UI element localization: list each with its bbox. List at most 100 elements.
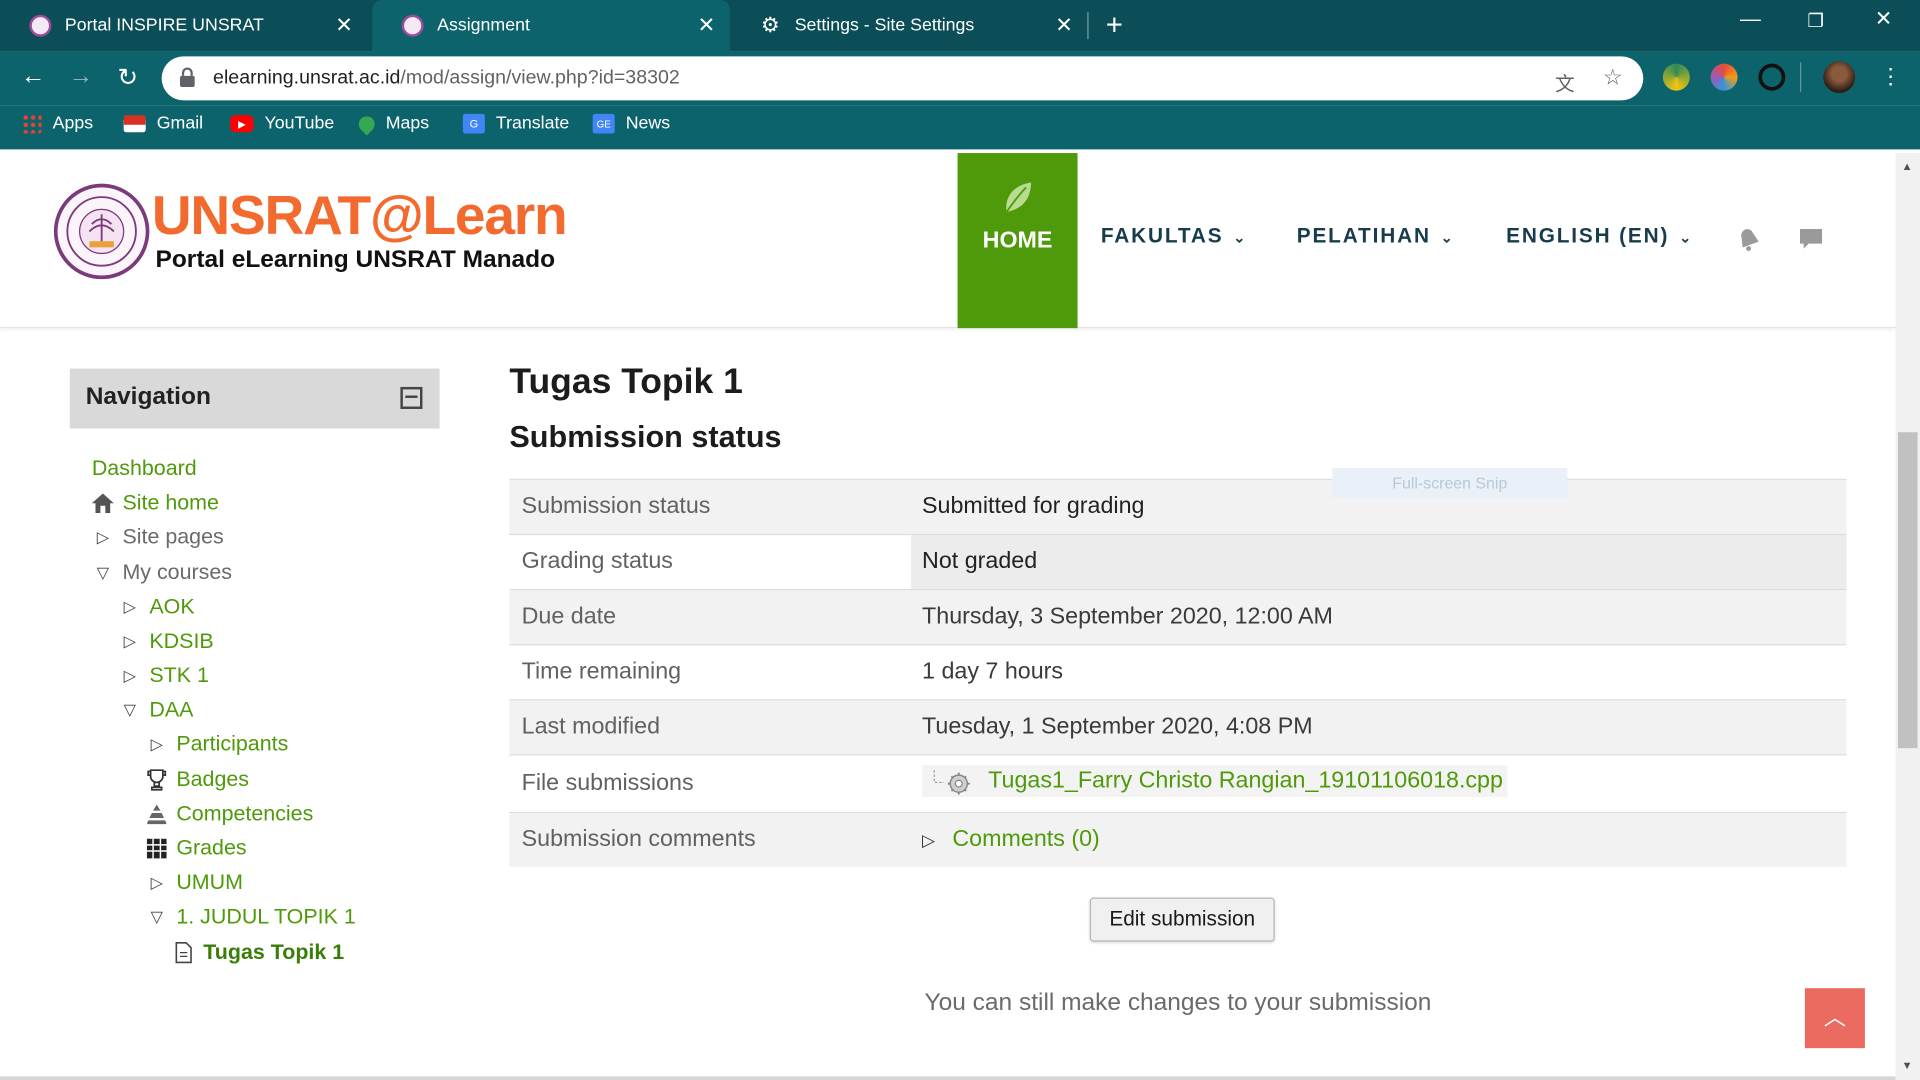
triangle-right-icon: ▷: [123, 631, 136, 650]
triangle-right-icon: ▷: [96, 527, 109, 546]
translate-page-icon[interactable]: 文: [1555, 67, 1575, 96]
nav-item-course-aok[interactable]: ▷ AOK: [118, 594, 195, 620]
file-gear-icon: [933, 770, 970, 795]
competencies-icon: [146, 803, 167, 824]
table-row: Time remaining 1 day 7 hours: [509, 644, 1847, 700]
navigation-block-header: Navigation: [69, 368, 440, 429]
back-arrow-icon[interactable]: ←: [21, 62, 45, 90]
table-row: Last modified Tuesday, 1 September 2020,…: [509, 699, 1847, 755]
bookmark-label: News: [625, 113, 671, 134]
nav-item-site-home[interactable]: Site home: [91, 490, 219, 516]
unsrat-favicon-icon: [401, 14, 424, 37]
nav-item-label: My courses: [122, 559, 233, 585]
row-value: 1 day 7 hours: [922, 658, 1064, 685]
edit-submission-button[interactable]: Edit submission: [1089, 897, 1275, 942]
row-label: Submission status: [521, 493, 711, 520]
scroll-down-arrow-icon[interactable]: ▼: [1902, 1059, 1913, 1071]
close-icon[interactable]: ✕: [698, 13, 715, 37]
restore-icon[interactable]: ❐: [1807, 10, 1823, 32]
nav-item-site-pages[interactable]: ▷ Site pages: [91, 524, 224, 550]
home-nav-label[interactable]: HOME: [958, 228, 1078, 255]
nav-item-dashboard[interactable]: Dashboard: [92, 456, 197, 482]
message-bubble-icon[interactable]: [1798, 225, 1825, 252]
extension-green-icon[interactable]: [1662, 63, 1690, 91]
scroll-up-arrow-icon[interactable]: ▲: [1902, 160, 1913, 172]
row-value: Tugas1_Farry Christo Rangian_19101106018…: [911, 755, 1847, 813]
row-value: Thursday, 3 September 2020, 12:00 AM: [922, 603, 1333, 630]
close-icon[interactable]: ✕: [1055, 13, 1072, 37]
news-icon: GE: [592, 113, 615, 134]
tab-portal-inspire[interactable]: Portal INSPIRE UNSRAT ✕: [0, 0, 367, 51]
bookmark-news[interactable]: GE News: [592, 113, 671, 134]
bookmark-apps[interactable]: Apps: [22, 113, 93, 134]
window-close-icon[interactable]: ✕: [1875, 7, 1892, 31]
scroll-to-top-button[interactable]: ︿: [1804, 988, 1865, 1049]
bookmark-star-icon[interactable]: ☆: [1603, 65, 1623, 91]
bookmark-youtube[interactable]: ▶ YouTube: [230, 114, 334, 133]
table-row: Due date Thursday, 3 September 2020, 12:…: [509, 589, 1847, 645]
nav-item-my-courses[interactable]: ▽ My courses: [91, 560, 232, 586]
new-tab-plus-icon[interactable]: +: [1106, 9, 1123, 43]
nav-item-label: Site home: [122, 489, 219, 515]
table-row: File submissions Tugas1_Farry Christo Ra…: [509, 754, 1847, 813]
leaf-icon: [1005, 182, 1032, 213]
submission-note: You can still make changes to your submi…: [924, 989, 1432, 1017]
nav-item-tugas-topik[interactable]: Tugas Topik 1: [171, 939, 344, 965]
submitted-file-link[interactable]: Tugas1_Farry Christo Rangian_19101106018…: [922, 765, 1508, 798]
comments-toggle[interactable]: ▷ Comments (0): [922, 827, 1100, 854]
nav-item-grades[interactable]: Grades: [144, 835, 247, 861]
nav-language[interactable]: ENGLISH (EN) ⌄: [1506, 224, 1691, 248]
minimize-icon[interactable]: —: [1740, 7, 1761, 31]
tab-title: Portal INSPIRE UNSRAT: [64, 15, 264, 36]
nav-item-umum[interactable]: ▷ UMUM: [144, 869, 243, 895]
gmail-icon: [123, 115, 146, 133]
bookmark-maps[interactable]: Maps: [355, 112, 429, 135]
profile-avatar[interactable]: [1823, 61, 1856, 94]
snip-overlay-hint: Full-screen Snip: [1332, 467, 1568, 499]
forward-arrow-icon[interactable]: →: [69, 62, 93, 90]
browser-toolbar: ← → ↻ elearning.unsrat.ac.id/mod/assign/…: [0, 51, 1920, 106]
trophy-icon: [147, 768, 167, 791]
site-logo-title[interactable]: UNSRAT@Learn: [152, 184, 568, 248]
nav-item-competencies[interactable]: Competencies: [144, 801, 313, 827]
maps-icon: [355, 112, 378, 135]
nav-pelatihan[interactable]: PELATIHAN ⌄: [1297, 224, 1453, 248]
nav-item-badges[interactable]: Badges: [144, 767, 249, 793]
reload-icon[interactable]: ↻: [118, 62, 139, 93]
url-text: elearning.unsrat.ac.id/mod/assign/view.p…: [213, 67, 680, 89]
submitted-file-name: Tugas1_Farry Christo Rangian_19101106018…: [988, 767, 1503, 794]
menu-kebab-icon[interactable]: ⋮: [1880, 64, 1902, 90]
address-bar[interactable]: elearning.unsrat.ac.id/mod/assign/view.p…: [161, 56, 1644, 101]
nav-item-course-daa[interactable]: ▽ DAA: [118, 697, 194, 723]
table-row: Submission comments ▷ Comments (0): [509, 812, 1847, 867]
nav-item-judul-topik[interactable]: ▽ 1. JUDUL TOPIK 1: [144, 904, 356, 930]
tab-assignment[interactable]: Assignment ✕: [372, 0, 730, 52]
scrollbar-thumb[interactable]: [1897, 432, 1918, 749]
close-icon[interactable]: ✕: [335, 13, 352, 37]
bookmark-label: Gmail: [156, 113, 204, 134]
row-label: Due date: [521, 603, 617, 630]
nav-item-course-stk1[interactable]: ▷ STK 1: [118, 662, 209, 688]
vertical-scrollbar[interactable]: ▲ ▼: [1895, 153, 1920, 1080]
bookmark-translate[interactable]: G Translate: [462, 113, 569, 134]
extension-color-wheel-icon[interactable]: [1710, 63, 1738, 91]
bookmark-gmail[interactable]: Gmail: [123, 113, 204, 134]
unsrat-seal-logo[interactable]: [53, 183, 150, 280]
apps-grid-icon: [22, 113, 42, 134]
page-bottom-edge: [0, 1076, 1896, 1080]
translate-icon: G: [462, 113, 485, 134]
nav-fakultas-label: FAKULTAS: [1100, 224, 1224, 248]
extension-edge-icon[interactable]: [1758, 63, 1786, 91]
site-logo-subtitle: Portal eLearning UNSRAT Manado: [155, 246, 556, 274]
seal-emblem-icon: [66, 196, 137, 267]
tab-settings[interactable]: ⚙ Settings - Site Settings ✕: [730, 0, 1088, 51]
collapse-block-icon[interactable]: [400, 386, 423, 409]
row-value: Not graded: [911, 534, 1847, 590]
grid-icon: [146, 838, 167, 858]
nav-item-participants[interactable]: ▷ Participants: [144, 731, 289, 757]
triangle-right-icon: ▷: [123, 665, 136, 684]
notification-bell-icon[interactable]: [1735, 225, 1762, 252]
nav-fakultas[interactable]: FAKULTAS ⌄: [1101, 224, 1246, 248]
triangle-down-icon: ▽: [123, 699, 136, 719]
nav-item-course-kdsib[interactable]: ▷ KDSIB: [118, 628, 214, 654]
